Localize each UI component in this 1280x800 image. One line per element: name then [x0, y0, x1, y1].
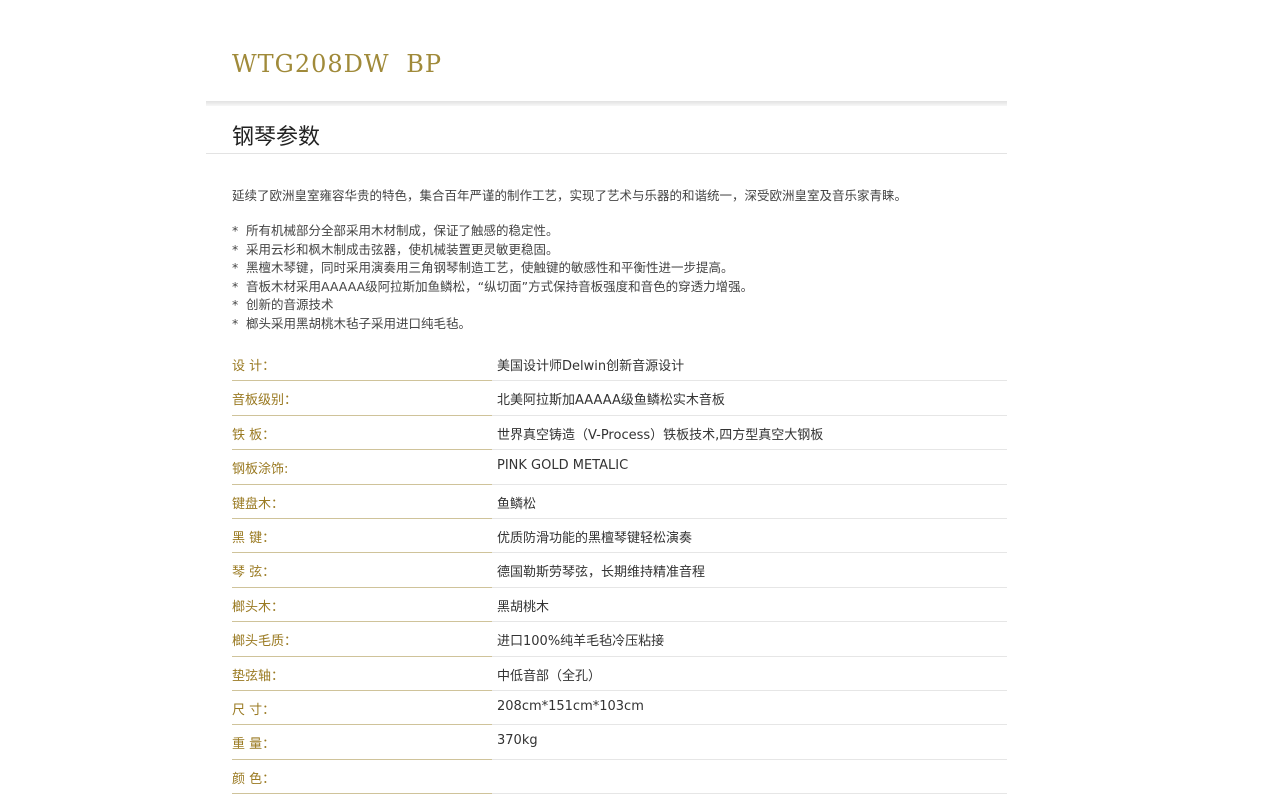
- spec-label: 设 计：: [232, 347, 492, 382]
- spec-label: 黑 键：: [232, 519, 492, 554]
- section-title: 钢琴参数: [232, 125, 321, 150]
- spec-row: 垫弦轴： 中低音部（全孔）: [232, 657, 1007, 691]
- feature-item: 榔头采用黑胡桃木毡子采用进口纯毛毡。: [232, 315, 753, 334]
- spec-label: 键盘木：: [232, 485, 492, 519]
- feature-item: 所有机械部分全部采用木材制成，保证了触感的稳定性。: [232, 222, 753, 241]
- spec-label: 垫弦轴：: [232, 657, 492, 691]
- product-page: WTG208DW BP 钢琴参数 延续了欧洲皇室雍容华贵的特色，集合百年严谨的制…: [0, 0, 1280, 800]
- spec-label: 榔头木：: [232, 588, 492, 623]
- spec-label: 铁 板：: [232, 416, 492, 451]
- spec-row: 尺 寸： 208cm*151cm*103cm: [232, 691, 1007, 726]
- spec-value: 德国勒斯劳琴弦，长期维持精准音程: [492, 553, 1007, 588]
- feature-item: 创新的音源技术: [232, 296, 753, 315]
- spec-label: 音板级别：: [232, 381, 492, 416]
- spec-label: 钢板涂饰:: [232, 450, 492, 485]
- spec-label: 榔头毛质：: [232, 622, 492, 657]
- spec-value: 进口100%纯羊毛毡冷压粘接: [492, 622, 1007, 657]
- spec-value: 208cm*151cm*103cm: [492, 691, 1007, 726]
- spec-value: 世界真空铸造（V-Process）铁板技术,四方型真空大钢板: [492, 416, 1007, 451]
- spec-value: 美国设计师Delwin创新音源设计: [492, 347, 1007, 382]
- spec-label: 颜 色：: [232, 760, 492, 795]
- spec-row: 键盘木： 鱼鳞松: [232, 485, 1007, 519]
- spec-row: 重 量： 370kg: [232, 725, 1007, 760]
- spec-row: 设 计： 美国设计师Delwin创新音源设计: [232, 347, 1007, 382]
- spec-row: 榔头木： 黑胡桃木: [232, 588, 1007, 623]
- spec-value: 鱼鳞松: [492, 485, 1007, 519]
- spec-value: [492, 760, 1007, 795]
- spec-value: 370kg: [492, 725, 1007, 760]
- spec-row: 铁 板： 世界真空铸造（V-Process）铁板技术,四方型真空大钢板: [232, 416, 1007, 451]
- model-title: WTG208DW BP: [232, 50, 442, 78]
- spec-row: 榔头毛质： 进口100%纯羊毛毡冷压粘接: [232, 622, 1007, 657]
- spec-row: 钢板涂饰: PINK GOLD METALIC: [232, 450, 1007, 485]
- spec-value: 黑胡桃木: [492, 588, 1007, 623]
- feature-item: 采用云杉和枫木制成击弦器，使机械装置更灵敏更稳固。: [232, 241, 753, 260]
- spec-label: 尺 寸：: [232, 691, 492, 726]
- spec-value: 中低音部（全孔）: [492, 657, 1007, 691]
- spec-row: 颜 色：: [232, 760, 1007, 795]
- spec-label: 重 量：: [232, 725, 492, 760]
- header-divider: [206, 101, 1007, 106]
- intro-text: 延续了欧洲皇室雍容华贵的特色，集合百年严谨的制作工艺，实现了艺术与乐器的和谐统一…: [232, 188, 908, 203]
- feature-item: 黑檀木琴键，同时采用演奏用三角钢琴制造工艺，使触键的敏感性和平衡性进一步提高。: [232, 259, 753, 278]
- spec-row: 琴 弦： 德国勒斯劳琴弦，长期维持精准音程: [232, 553, 1007, 588]
- feature-item: 音板木材采用AAAAA级阿拉斯加鱼鳞松，“纵切面”方式保持音板强度和音色的穿透力…: [232, 278, 753, 297]
- spec-table: 设 计： 美国设计师Delwin创新音源设计 音板级别： 北美阿拉斯加AAAAA…: [232, 347, 1007, 795]
- spec-row: 黑 键： 优质防滑功能的黑檀琴键轻松演奏: [232, 519, 1007, 554]
- section-divider: [206, 153, 1007, 154]
- spec-label: 琴 弦：: [232, 553, 492, 588]
- spec-value: 优质防滑功能的黑檀琴键轻松演奏: [492, 519, 1007, 554]
- feature-list: 所有机械部分全部采用木材制成，保证了触感的稳定性。 采用云杉和枫木制成击弦器，使…: [232, 222, 753, 333]
- spec-value: PINK GOLD METALIC: [492, 450, 1007, 485]
- spec-value: 北美阿拉斯加AAAAA级鱼鳞松实木音板: [492, 381, 1007, 416]
- spec-row: 音板级别： 北美阿拉斯加AAAAA级鱼鳞松实木音板: [232, 381, 1007, 416]
